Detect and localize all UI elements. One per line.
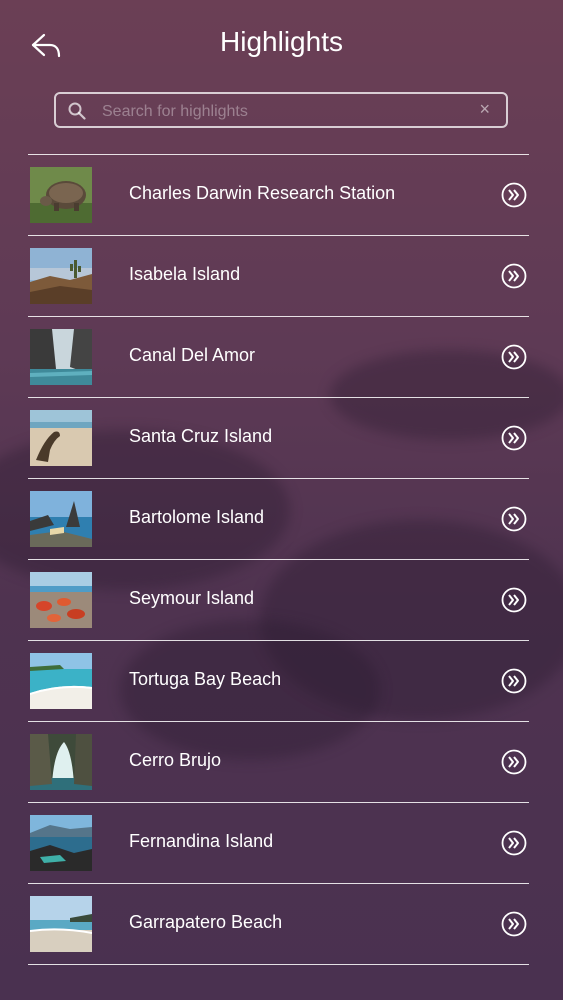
tortoise-thumbnail <box>30 167 92 223</box>
clear-search-icon[interactable]: × <box>479 99 490 120</box>
red-crabs-thumbnail <box>30 572 92 628</box>
item-label: Charles Darwin Research Station <box>129 183 396 203</box>
rock-arch-thumbnail <box>30 734 92 790</box>
chevron-right-double-icon[interactable] <box>501 344 527 370</box>
list-item-tortuga-bay-beach[interactable]: Tortuga Bay Beach <box>28 641 529 722</box>
lava-coast-thumbnail <box>30 815 92 871</box>
list-item-isabela-island[interactable]: Isabela Island <box>28 236 529 317</box>
item-label: Santa Cruz Island <box>129 426 273 446</box>
item-label: Fernandina Island <box>129 831 274 851</box>
list-item-fernandina-island[interactable]: Fernandina Island <box>28 803 529 884</box>
item-label: Garrapatero Beach <box>129 912 283 932</box>
chevron-right-double-icon[interactable] <box>501 506 527 532</box>
item-label: Tortuga Bay Beach <box>129 669 282 689</box>
header-bar: Highlights <box>0 0 563 90</box>
page-title: Highlights <box>220 26 343 57</box>
list-item-seymour-island[interactable]: Seymour Island <box>28 560 529 641</box>
chevron-right-double-icon[interactable] <box>501 182 527 208</box>
cactus-landscape-thumbnail <box>30 248 92 304</box>
chevron-right-double-icon[interactable] <box>501 263 527 289</box>
chevron-right-double-icon[interactable] <box>501 668 527 694</box>
list-item-cerro-brujo[interactable]: Cerro Brujo <box>28 722 529 803</box>
chevron-right-double-icon[interactable] <box>501 749 527 775</box>
chevron-right-double-icon[interactable] <box>501 830 527 856</box>
item-label: Canal Del Amor <box>129 345 256 365</box>
sandy-beach-thumbnail <box>30 896 92 952</box>
pinnacle-rock-thumbnail <box>30 491 92 547</box>
item-label: Bartolome Island <box>129 507 265 527</box>
canal-rocks-thumbnail <box>30 329 92 385</box>
chevron-right-double-icon[interactable] <box>501 911 527 937</box>
list-item-canal-del-amor[interactable]: Canal Del Amor <box>28 317 529 398</box>
search-bar: × <box>54 92 508 128</box>
list-item-bartolome-island[interactable]: Bartolome Island <box>28 479 529 560</box>
white-beach-thumbnail <box>30 653 92 709</box>
highlights-list: Charles Darwin Research Station Isabela … <box>28 154 529 965</box>
list-item-charles-darwin-research-station[interactable]: Charles Darwin Research Station <box>28 155 529 236</box>
search-icon <box>68 102 86 120</box>
chevron-right-double-icon[interactable] <box>501 425 527 451</box>
search-input[interactable] <box>100 98 464 126</box>
list-item-garrapatero-beach[interactable]: Garrapatero Beach <box>28 884 529 965</box>
list-item-santa-cruz-island[interactable]: Santa Cruz Island <box>28 398 529 479</box>
item-label: Seymour Island <box>129 588 255 608</box>
sea-lion-beach-thumbnail <box>30 410 92 466</box>
chevron-right-double-icon[interactable] <box>501 587 527 613</box>
item-label: Isabela Island <box>129 264 241 284</box>
item-label: Cerro Brujo <box>129 750 222 770</box>
